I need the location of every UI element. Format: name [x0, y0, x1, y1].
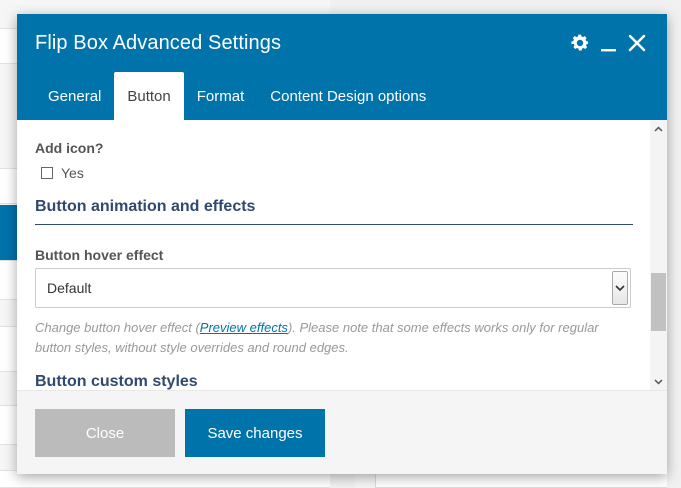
- tab-bar: General Button Format Content Design opt…: [35, 72, 439, 120]
- header-icons: [569, 32, 647, 59]
- close-icon[interactable]: [627, 32, 647, 59]
- add-icon-checkbox[interactable]: [41, 167, 53, 179]
- chevron-down-icon[interactable]: [612, 271, 628, 305]
- hover-effect-selected-value: Default: [47, 280, 92, 296]
- tab-format[interactable]: Format: [184, 72, 258, 120]
- modal-footer: Close Save changes: [17, 390, 667, 474]
- add-icon-option: Yes: [41, 165, 84, 181]
- section-title-animation: Button animation and effects: [35, 198, 256, 215]
- hover-effect-select[interactable]: Default: [35, 268, 631, 308]
- modal-header: Flip Box Advanced Settings General Butto…: [17, 14, 667, 120]
- modal-title: Flip Box Advanced Settings: [35, 32, 282, 54]
- hover-effect-help: Change button hover effect (Preview effe…: [35, 318, 633, 358]
- add-icon-label: Add icon?: [35, 140, 104, 156]
- section-title-custom-styles: Button custom styles: [35, 373, 198, 390]
- add-icon-checkbox-label[interactable]: Yes: [61, 165, 84, 181]
- settings-modal: Flip Box Advanced Settings General Butto…: [17, 14, 667, 474]
- tab-button[interactable]: Button: [114, 72, 184, 120]
- section-divider: [35, 224, 633, 225]
- scrollbar-thumb[interactable]: [651, 273, 666, 331]
- save-changes-button[interactable]: Save changes: [185, 409, 325, 457]
- hover-effect-label: Button hover effect: [35, 247, 164, 263]
- preview-effects-link[interactable]: Preview effects: [200, 320, 288, 335]
- gear-icon[interactable]: [569, 32, 591, 59]
- close-button[interactable]: Close: [35, 409, 175, 457]
- settings-scroll-area[interactable]: Add icon? Yes Button animation and effec…: [17, 120, 667, 390]
- scroll-up-icon[interactable]: [650, 120, 667, 137]
- minimize-icon[interactable]: [599, 32, 619, 59]
- tab-content-design-options[interactable]: Content Design options: [257, 72, 439, 120]
- help-text-prefix: Change button hover effect (: [35, 320, 200, 335]
- background-edge: [667, 0, 681, 488]
- tab-general[interactable]: General: [35, 72, 114, 120]
- background-accent: [0, 205, 18, 260]
- scroll-down-icon[interactable]: [650, 373, 667, 390]
- scrollbar[interactable]: [650, 120, 667, 390]
